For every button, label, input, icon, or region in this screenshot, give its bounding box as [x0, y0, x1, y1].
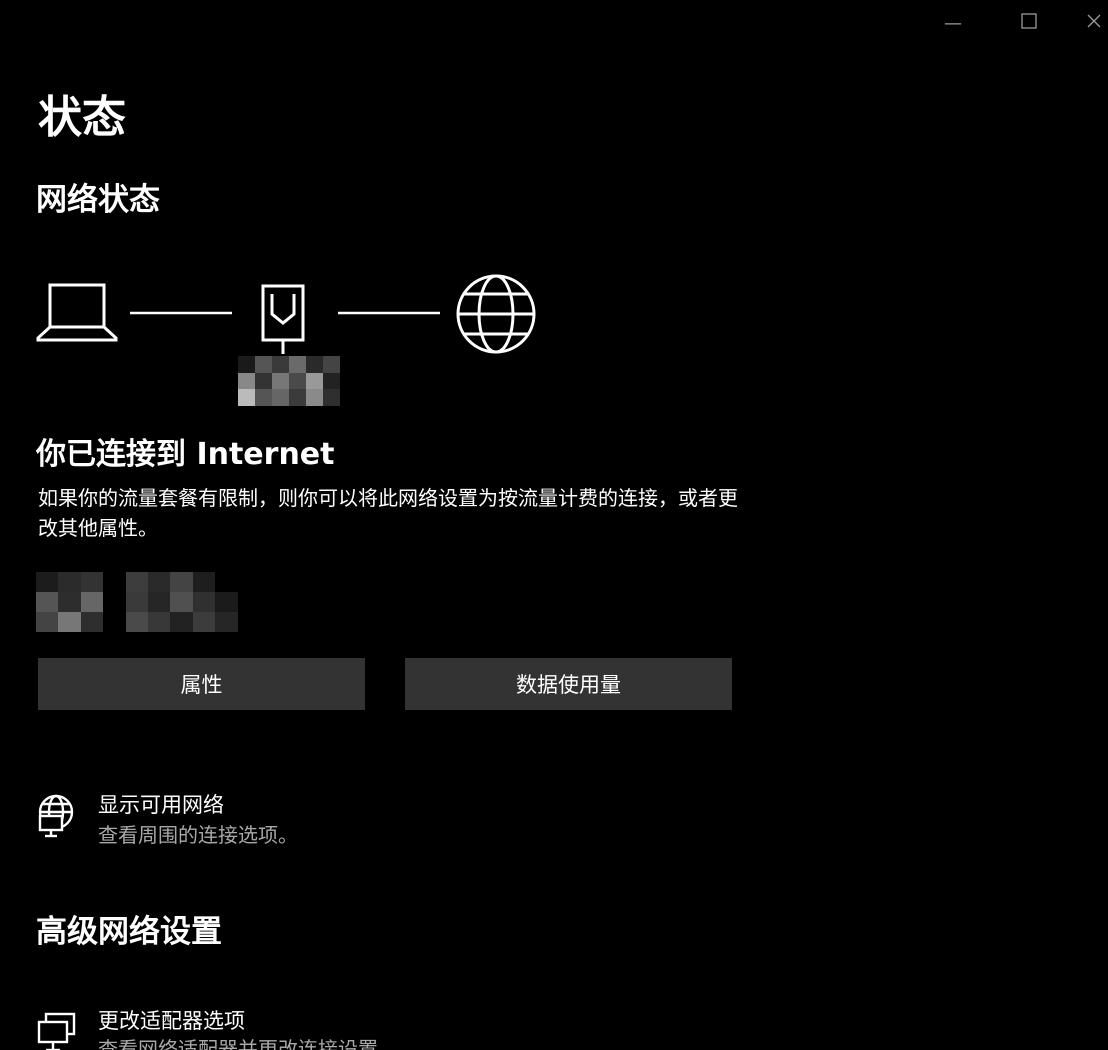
laptop-icon [36, 283, 118, 342]
close-button[interactable] [1086, 8, 1108, 38]
network-status-heading: 网络状态 [36, 182, 160, 218]
show-available-networks-subtitle: 查看周围的连接选项。 [98, 823, 298, 847]
change-adapter-options-subtitle: 查看网络适配器并更改连接设置。 [98, 1037, 398, 1050]
close-icon [1086, 13, 1102, 33]
globe-icon [456, 274, 536, 354]
network-name-redacted [36, 572, 260, 632]
change-adapter-options-link[interactable]: 更改适配器选项 查看网络适配器并更改连接设置。 [36, 1004, 436, 1050]
ethernet-adapter-icon [261, 284, 305, 354]
connection-status-heading: 你已连接到 Internet [36, 437, 335, 472]
advanced-network-settings-heading: 高级网络设置 [36, 914, 222, 950]
minimize-icon: — [944, 12, 962, 34]
maximize-button[interactable] [1006, 8, 1052, 38]
network-adapter-icon [36, 1010, 80, 1050]
maximize-icon [1021, 13, 1037, 33]
show-available-networks-title: 显示可用网络 [98, 793, 224, 817]
minimize-button[interactable]: — [930, 8, 976, 38]
page-title: 状态 [38, 92, 126, 143]
data-usage-button[interactable]: 数据使用量 [405, 658, 732, 710]
show-available-networks-link[interactable]: 显示可用网络 查看周围的连接选项。 [36, 786, 436, 856]
change-adapter-options-title: 更改适配器选项 [98, 1009, 245, 1033]
adapter-name-redacted [238, 356, 340, 406]
connection-status-description: 如果你的流量套餐有限制，则你可以将此网络设置为按流量计费的连接，或者更改其他属性… [38, 486, 738, 540]
properties-button[interactable]: 属性 [38, 658, 365, 710]
globe-network-icon [36, 794, 80, 838]
